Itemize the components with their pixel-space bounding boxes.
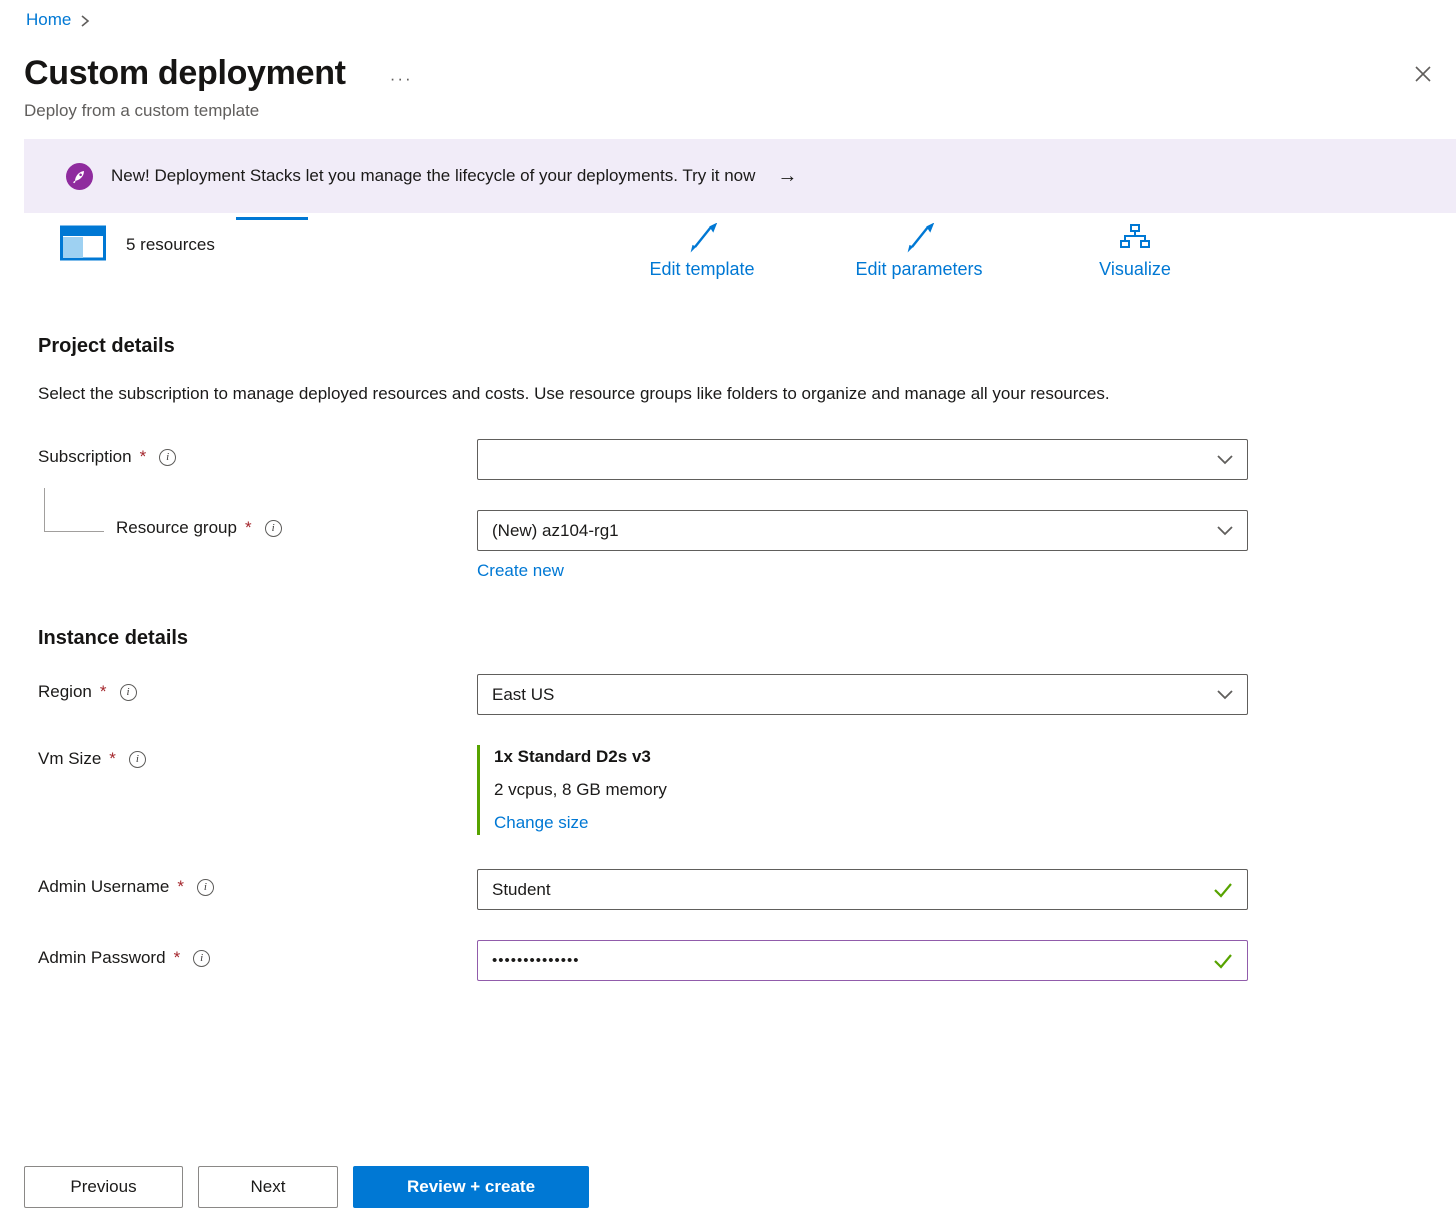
required-marker: * [140, 447, 147, 467]
title-row: Custom deployment ··· [24, 54, 1438, 93]
project-details-heading: Project details [38, 335, 1456, 358]
deployment-stacks-banner[interactable]: New! Deployment Stacks let you manage th… [24, 139, 1456, 213]
breadcrumb-chevron-icon [79, 14, 91, 28]
valid-check-icon [1213, 882, 1233, 898]
page-title: Custom deployment [24, 54, 346, 93]
vm-size-label-group: Vm Size * i [38, 745, 477, 769]
create-new-link[interactable]: Create new [477, 561, 564, 580]
vm-size-title: 1x Standard D2s v3 [494, 747, 1248, 767]
resources-count: 5 resources [126, 235, 215, 255]
region-value: East US [492, 685, 554, 705]
admin-password-input[interactable]: •••••••••••••• [477, 940, 1248, 981]
close-icon[interactable] [1408, 59, 1438, 89]
visualize-button[interactable]: Visualize [1040, 223, 1230, 280]
info-icon[interactable]: i [159, 449, 176, 466]
visualize-label: Visualize [1099, 259, 1171, 280]
region-label-group: Region * i [38, 674, 477, 702]
admin-password-row: Admin Password * i •••••••••••••• [38, 940, 1248, 981]
region-row: Region * i East US [38, 674, 1248, 715]
resource-group-select[interactable]: (New) az104-rg1 [477, 510, 1248, 551]
required-marker: * [174, 948, 181, 968]
vm-size-specs: 2 vcpus, 8 GB memory [494, 780, 1248, 800]
pencil-icon [685, 223, 719, 253]
subscription-row: Subscription * i [38, 439, 1248, 480]
page-subtitle: Deploy from a custom template [24, 101, 1456, 121]
admin-password-label-group: Admin Password * i [38, 940, 477, 968]
next-button[interactable]: Next [198, 1166, 338, 1208]
valid-check-icon [1213, 953, 1233, 969]
info-icon[interactable]: i [265, 520, 282, 537]
vm-size-row: Vm Size * i 1x Standard D2s v3 2 vcpus, … [38, 745, 1248, 835]
chevron-down-icon [1217, 526, 1233, 536]
breadcrumb: Home [0, 0, 1456, 30]
review-create-button[interactable]: Review + create [353, 1166, 589, 1208]
required-marker: * [177, 877, 184, 897]
subscription-select[interactable] [477, 439, 1248, 480]
template-bar: 5 resources Edit template Edit parameter… [0, 217, 1456, 309]
vm-size-label: Vm Size [38, 749, 101, 769]
chevron-down-icon [1217, 690, 1233, 700]
resource-group-row: Resource group * i (New) az104-rg1 [38, 510, 1248, 551]
more-options-ellipsis[interactable]: ··· [390, 69, 413, 89]
edit-template-label: Edit template [649, 259, 754, 280]
info-icon[interactable]: i [197, 879, 214, 896]
banner-arrow-icon: → [777, 165, 797, 188]
wizard-footer: Previous Next Review + create [24, 1166, 589, 1208]
vm-size-summary: 1x Standard D2s v3 2 vcpus, 8 GB memory … [477, 745, 1248, 835]
admin-username-input[interactable]: Student [477, 869, 1248, 910]
custom-deployment-page: Home Custom deployment ··· Deploy from a… [0, 0, 1456, 1219]
required-marker: * [100, 682, 107, 702]
required-marker: * [109, 749, 116, 769]
info-icon[interactable]: i [193, 950, 210, 967]
edit-parameters-label: Edit parameters [855, 259, 982, 280]
resource-group-label: Resource group [116, 518, 237, 538]
info-icon[interactable]: i [120, 684, 137, 701]
admin-username-label: Admin Username [38, 877, 169, 897]
admin-password-label: Admin Password [38, 948, 166, 968]
nesting-connector [44, 488, 104, 532]
clipped-link-fragment [236, 217, 308, 220]
rocket-icon [66, 163, 93, 190]
sitemap-icon [1118, 223, 1152, 253]
pencil-icon [902, 223, 936, 253]
admin-username-label-group: Admin Username * i [38, 869, 477, 897]
breadcrumb-home-link[interactable]: Home [26, 10, 71, 30]
change-size-link[interactable]: Change size [494, 813, 589, 832]
previous-button[interactable]: Previous [24, 1166, 183, 1208]
edit-parameters-button[interactable]: Edit parameters [824, 223, 1014, 280]
admin-username-row: Admin Username * i Student [38, 869, 1248, 910]
resource-group-value: (New) az104-rg1 [492, 521, 619, 541]
template-resources-icon [60, 223, 106, 268]
info-icon[interactable]: i [129, 751, 146, 768]
edit-template-button[interactable]: Edit template [607, 223, 797, 280]
admin-password-masked-value: •••••••••••••• [492, 952, 580, 969]
region-select[interactable]: East US [477, 674, 1248, 715]
subscription-label-group: Subscription * i [38, 439, 477, 467]
subscription-label: Subscription [38, 447, 132, 467]
project-details-description: Select the subscription to manage deploy… [38, 378, 1188, 409]
admin-username-value: Student [492, 880, 551, 900]
banner-text: New! Deployment Stacks let you manage th… [111, 166, 755, 186]
region-label: Region [38, 682, 92, 702]
instance-details-heading: Instance details [38, 627, 1456, 650]
chevron-down-icon [1217, 455, 1233, 465]
required-marker: * [245, 518, 252, 538]
